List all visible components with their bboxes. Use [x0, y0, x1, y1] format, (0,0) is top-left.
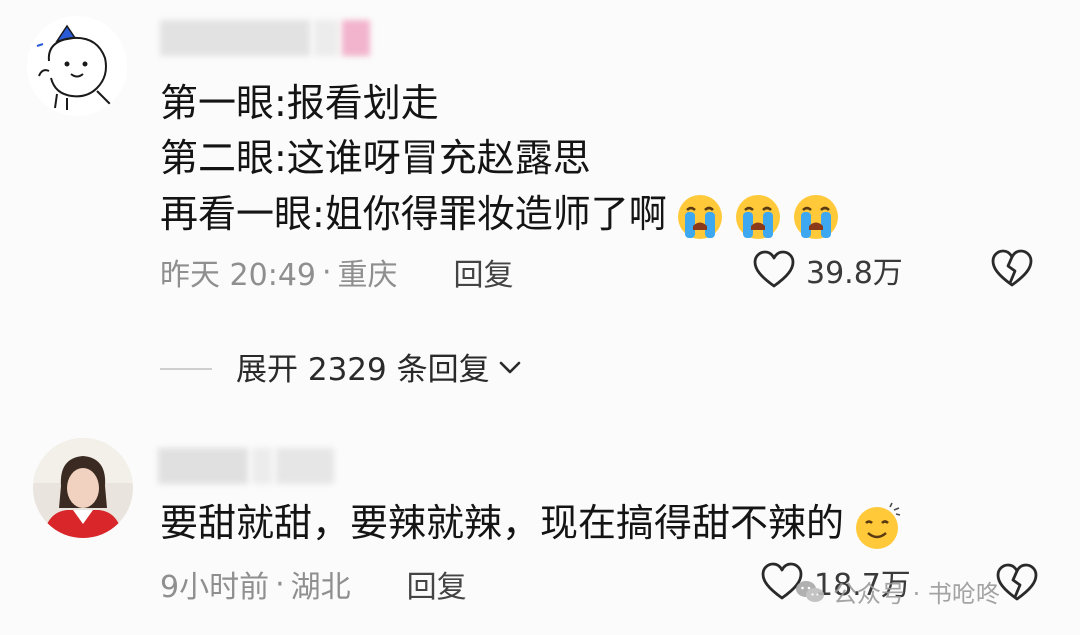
- meta-separator: ·: [322, 254, 332, 290]
- expand-divider: [160, 368, 212, 370]
- username-blurred[interactable]: [158, 448, 334, 484]
- watermark-text: 公众号 · 书呛咚: [833, 580, 1000, 608]
- reply-button[interactable]: 回复: [407, 562, 467, 606]
- comment-feed: 第一眼:报看划走 第二眼:这谁呀冒充赵露思 再看一眼:姐你得罪妆造师了啊 昨天 …: [0, 0, 1080, 635]
- profile-photo-icon: [33, 438, 133, 538]
- comment-meta: 9小时前 · 湖北 回复: [160, 562, 467, 606]
- crying-face-emoji: [793, 194, 838, 239]
- expand-replies-button[interactable]: 展开 2329 条回复: [236, 344, 524, 389]
- comment-line: 第一眼:报看划走: [160, 81, 439, 125]
- comment-line-text: 再看一眼:姐你得罪妆造师了啊: [160, 192, 667, 236]
- heart-icon: [753, 250, 795, 288]
- broken-heart-icon: [996, 563, 1038, 601]
- avatar[interactable]: [33, 438, 133, 538]
- dislike-button[interactable]: [990, 249, 1034, 293]
- comment-time: 昨天 20:49: [160, 258, 316, 293]
- like-button[interactable]: 39.8万: [752, 248, 903, 292]
- comment-location: 重庆: [337, 258, 398, 293]
- comment-line: 再看一眼:姐你得罪妆造师了啊: [160, 186, 841, 242]
- broken-heart-icon: [991, 249, 1033, 287]
- username-blurred[interactable]: [160, 20, 370, 56]
- crying-face-emoji: [677, 194, 722, 239]
- comment-line: 要甜就甜，要辣就辣，现在搞得甜不辣的: [160, 495, 902, 551]
- avatar[interactable]: [27, 16, 127, 116]
- comment-line: 第二眼:这谁呀冒充赵露思: [160, 136, 591, 180]
- dislike-button[interactable]: [995, 563, 1039, 607]
- wechat-icon: [796, 580, 824, 602]
- comment-line-text: 要甜就甜，要辣就辣，现在搞得甜不辣的: [160, 501, 845, 545]
- smiling-face-emoji: [856, 502, 901, 549]
- comment-meta: 昨天 20:49 · 重庆 回复: [160, 250, 514, 294]
- meta-separator: ·: [275, 566, 285, 602]
- expand-replies-label: 展开 2329 条回复: [236, 352, 490, 388]
- cartoon-avatar-icon: [27, 16, 127, 116]
- crying-face-emoji: [735, 194, 780, 239]
- comment-location: 湖北: [290, 570, 351, 605]
- watermark: 公众号 · 书呛咚: [795, 574, 1000, 609]
- comment-time: 9小时前: [160, 570, 270, 605]
- chevron-down-icon: [499, 361, 520, 373]
- reply-button[interactable]: 回复: [454, 250, 514, 294]
- like-count: 39.8万: [806, 256, 903, 291]
